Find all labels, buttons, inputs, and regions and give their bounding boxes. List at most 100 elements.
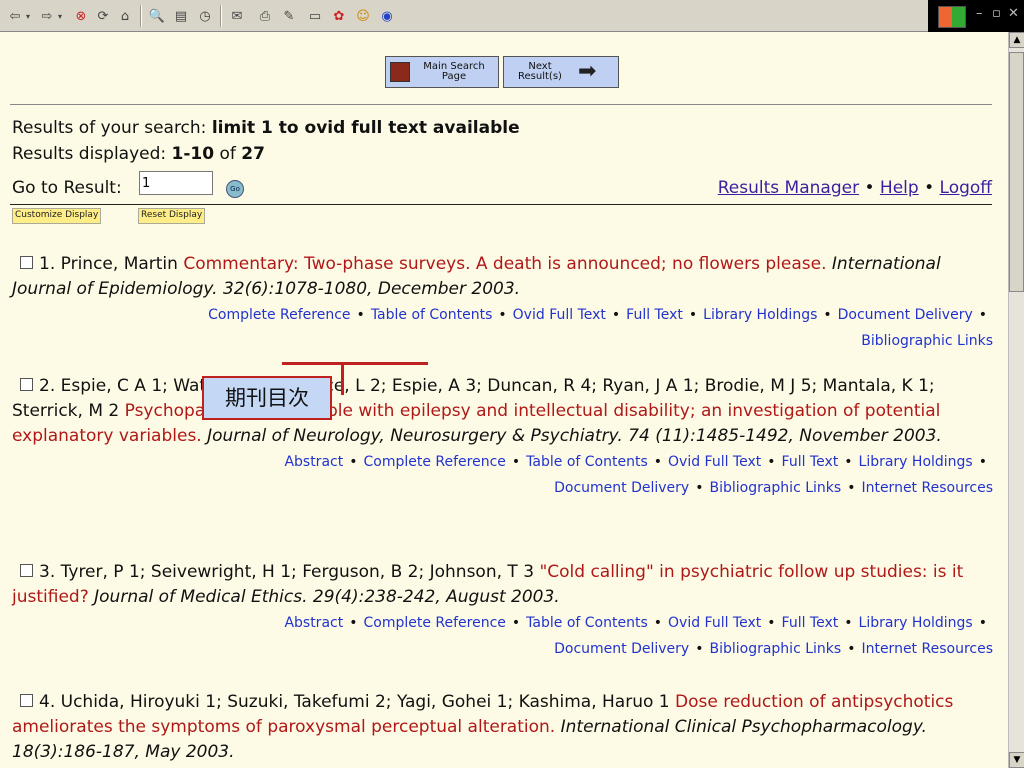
go-button[interactable]: Go xyxy=(226,180,244,198)
full-text-link[interactable]: Full Text xyxy=(626,307,683,323)
ovid-full-text-link[interactable]: Ovid Full Text xyxy=(668,454,761,470)
internet-resources-link[interactable]: Internet Resources xyxy=(861,480,993,496)
back-icon[interactable]: ⇦ xyxy=(8,6,22,26)
record-authors: Prince, Martin xyxy=(60,254,178,274)
complete-reference-link[interactable]: Complete Reference xyxy=(208,307,350,323)
results-displayed-label: Results displayed: xyxy=(12,144,167,164)
close-icon[interactable]: ✕ xyxy=(1008,6,1019,21)
library-holdings-link[interactable]: Library Holdings xyxy=(859,615,973,631)
restore-icon[interactable]: ▫ xyxy=(992,6,1001,21)
annotation-underline xyxy=(282,362,428,365)
record-checkbox[interactable] xyxy=(20,694,33,707)
record-checkbox[interactable] xyxy=(20,564,33,577)
annotation-callout: 期刊目次 xyxy=(202,376,332,420)
bibliographic-links-link[interactable]: Bibliographic Links xyxy=(861,333,993,349)
table-of-contents-link[interactable]: Table of Contents xyxy=(526,454,648,470)
scroll-up-icon[interactable]: ▲ xyxy=(1009,32,1024,48)
home-icon[interactable]: ⌂ xyxy=(116,6,134,26)
main-search-page-button[interactable]: Main Search Page xyxy=(385,56,499,88)
stop-icon[interactable]: ⊗ xyxy=(72,6,90,26)
document-delivery-link[interactable]: Document Delivery xyxy=(838,307,973,323)
bullet: • xyxy=(767,454,776,470)
logoff-link[interactable]: Logoff xyxy=(940,178,992,198)
search-query: limit 1 to ovid full text available xyxy=(211,118,520,138)
goto-label: Go to Result: xyxy=(12,178,122,198)
media-icon[interactable]: ◉ xyxy=(378,6,396,26)
record-journal: Journal of Neurology, Neurosurgery & Psy… xyxy=(207,426,942,446)
bullet: • xyxy=(498,307,507,323)
scroll-thumb[interactable] xyxy=(1009,52,1024,292)
record-checkbox[interactable] xyxy=(20,378,33,391)
forward-dropdown-icon[interactable]: ▾ xyxy=(56,6,64,26)
customize-display-button[interactable]: Customize Display xyxy=(12,208,102,224)
print-icon[interactable]: ⎙ xyxy=(256,6,274,26)
search-query-line: Results of your search: limit 1 to ovid … xyxy=(12,118,520,138)
full-text-link[interactable]: Full Text xyxy=(782,615,839,631)
bullet: • xyxy=(611,307,621,323)
bullet: • xyxy=(653,454,663,470)
abstract-link[interactable]: Abstract xyxy=(284,615,343,631)
search-icon[interactable]: 🔍 xyxy=(148,6,166,26)
vertical-scrollbar[interactable]: ▲ ▼ xyxy=(1008,32,1024,768)
bullet: • xyxy=(844,615,853,631)
internet-resources-link[interactable]: Internet Resources xyxy=(861,641,993,657)
bullet: • xyxy=(695,480,704,496)
scroll-down-icon[interactable]: ▼ xyxy=(1009,752,1024,768)
result-record-3: 3. Tyrer, P 1; Seivewright, H 1; Ferguso… xyxy=(12,560,997,662)
full-text-link[interactable]: Full Text xyxy=(782,454,839,470)
back-dropdown-icon[interactable]: ▾ xyxy=(24,6,32,26)
bibliographic-links-link[interactable]: Bibliographic Links xyxy=(709,480,841,496)
minimize-icon[interactable]: – xyxy=(976,6,983,21)
results-manager-link[interactable]: Results Manager xyxy=(718,178,859,198)
smiley-icon[interactable]: ☺ xyxy=(354,6,372,26)
refresh-icon[interactable]: ⟳ xyxy=(94,6,112,26)
window-controls: – ▫ ✕ xyxy=(928,0,1024,32)
record-checkbox[interactable] xyxy=(20,256,33,269)
ovid-full-text-link[interactable]: Ovid Full Text xyxy=(513,307,606,323)
discuss-icon[interactable]: ▭ xyxy=(306,6,324,26)
bullet: • xyxy=(924,178,935,198)
record-journal: Journal of Medical Ethics. 29(4):238-242… xyxy=(94,587,560,607)
toolbar-separator xyxy=(140,5,142,27)
goto-result-input[interactable] xyxy=(139,171,213,195)
results-range: 1-10 xyxy=(171,144,215,164)
record-number: 3. xyxy=(39,562,56,582)
bibliographic-links-link[interactable]: Bibliographic Links xyxy=(709,641,841,657)
history-icon[interactable]: ◷ xyxy=(196,6,214,26)
document-delivery-link[interactable]: Document Delivery xyxy=(554,480,689,496)
document-delivery-link[interactable]: Document Delivery xyxy=(554,641,689,657)
divider xyxy=(10,204,992,205)
favorites-icon[interactable]: ▤ xyxy=(172,6,190,26)
mail-icon[interactable]: ✉ xyxy=(228,6,246,26)
record-authors: Uchida, Hiroyuki 1; Suzuki, Takefumi 2; … xyxy=(60,692,670,712)
bullet: • xyxy=(695,641,704,657)
library-holdings-link[interactable]: Library Holdings xyxy=(703,307,817,323)
next-results-label: Next Result(s) xyxy=(518,61,562,82)
library-holdings-link[interactable]: Library Holdings xyxy=(859,454,973,470)
table-of-contents-link[interactable]: Table of Contents xyxy=(371,307,493,323)
divider xyxy=(10,104,992,105)
complete-reference-link[interactable]: Complete Reference xyxy=(363,454,505,470)
nav-buttons: Main Search Page Next Result(s) ➡ xyxy=(385,56,619,88)
result-record-1: 1. Prince, Martin Commentary: Two-phase … xyxy=(12,252,997,354)
ovid-full-text-link[interactable]: Ovid Full Text xyxy=(668,615,761,631)
bullet: • xyxy=(511,615,521,631)
result-record-4: 4. Uchida, Hiroyuki 1; Suzuki, Takefumi … xyxy=(12,690,997,765)
of-label: of xyxy=(219,144,236,164)
bullet: • xyxy=(349,615,358,631)
bullet: • xyxy=(823,307,832,323)
help-link[interactable]: Help xyxy=(880,178,919,198)
table-of-contents-link[interactable]: Table of Contents xyxy=(526,615,648,631)
reset-display-button[interactable]: Reset Display xyxy=(138,208,206,224)
messenger-icon[interactable]: ✿ xyxy=(330,6,348,26)
toolbar-separator xyxy=(220,5,222,27)
windows-logo-icon xyxy=(938,6,966,28)
complete-reference-link[interactable]: Complete Reference xyxy=(363,615,505,631)
bullet: • xyxy=(847,641,856,657)
next-results-button[interactable]: Next Result(s) ➡ xyxy=(503,56,619,88)
bullet: • xyxy=(688,307,698,323)
forward-icon[interactable]: ⇨ xyxy=(40,6,54,26)
edit-icon[interactable]: ✎ xyxy=(280,6,298,26)
record-title[interactable]: Commentary: Two-phase surveys. A death i… xyxy=(183,254,826,274)
abstract-link[interactable]: Abstract xyxy=(284,454,343,470)
